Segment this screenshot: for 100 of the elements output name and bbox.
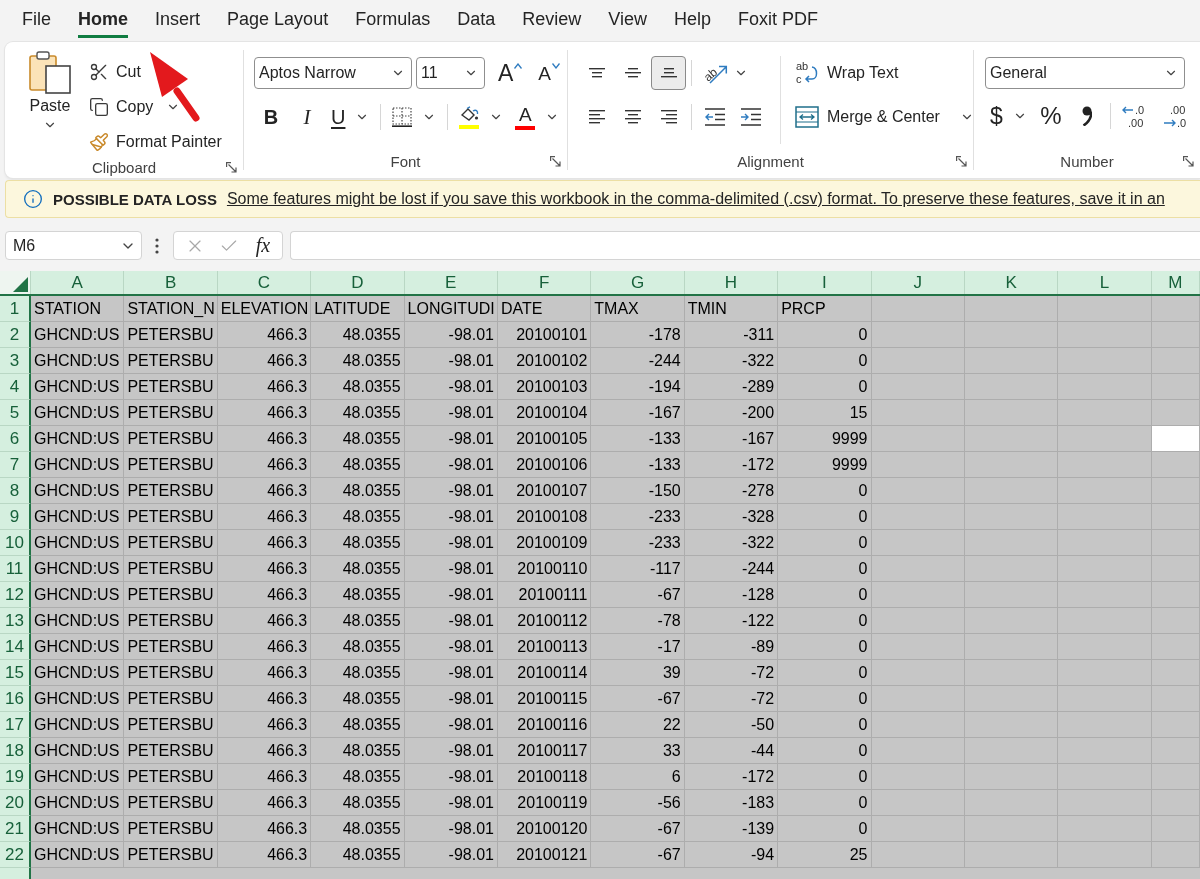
- font-size-dropdown[interactable]: 11: [416, 57, 485, 89]
- message-link[interactable]: Some features might be lost if you save this workbook in the comma-delimited (.csv) format. To preserve these features, save it in an: [226, 190, 1165, 208]
- column-header[interactable]: F: [497, 271, 592, 294]
- menu-tab[interactable]: Insert: [155, 9, 201, 38]
- sheet-cell: 20100115: [497, 686, 592, 712]
- sheet-cell: -94: [684, 842, 779, 868]
- font-color-button[interactable]: A: [510, 102, 565, 132]
- column-header[interactable]: L: [1058, 271, 1152, 294]
- sheet-cell: -322: [684, 530, 779, 556]
- currency-format-button[interactable]: $: [985, 101, 1032, 131]
- column-header[interactable]: D: [311, 271, 405, 294]
- column-header[interactable]: I: [778, 271, 872, 294]
- italic-button[interactable]: I: [290, 102, 324, 132]
- sheet-cell: -167: [684, 426, 779, 452]
- sheet-cell: TMAX: [591, 296, 685, 322]
- column-header[interactable]: J: [871, 271, 965, 294]
- sheet-cell: -98.01: [404, 816, 498, 842]
- sheet-cell: -167: [591, 400, 685, 426]
- menu-tab[interactable]: View: [608, 9, 647, 38]
- info-icon: [23, 189, 43, 209]
- corner-triangle-icon: [13, 277, 28, 292]
- sheet-cell: 0: [778, 348, 872, 374]
- wrap-text-button[interactable]: ab c Wrap Text: [791, 56, 903, 90]
- align-bottom-button[interactable]: [651, 56, 686, 90]
- clipboard-icon: [28, 50, 72, 94]
- formula-input[interactable]: [290, 231, 1200, 260]
- vertical-dots-icon[interactable]: [155, 237, 159, 254]
- font-name-dropdown[interactable]: Aptos Narrow: [254, 57, 412, 89]
- paste-button[interactable]: Paste: [19, 50, 81, 159]
- sheet-cell: -67: [591, 842, 685, 868]
- sheet-cell: 20100119: [497, 790, 592, 816]
- sheet-cell: GHCND:US: [31, 816, 125, 842]
- dialog-launcher-icon[interactable]: [1183, 155, 1194, 167]
- sheet-cell: -98.01: [404, 764, 498, 790]
- sheet-cell: 0: [778, 322, 872, 348]
- column-header[interactable]: H: [684, 271, 779, 294]
- menu-tab[interactable]: Data: [457, 9, 496, 38]
- sheet-cell: -98.01: [404, 738, 498, 764]
- sheet-cell: -117: [591, 556, 685, 582]
- increase-indent-icon: [739, 108, 762, 126]
- dialog-launcher-icon[interactable]: [226, 162, 237, 173]
- merge-center-button[interactable]: Merge & Center: [791, 100, 978, 134]
- column-header[interactable]: A: [31, 271, 125, 294]
- sheet-cell: 0: [778, 816, 872, 842]
- column-header[interactable]: K: [964, 271, 1059, 294]
- grow-font-button[interactable]: A: [493, 58, 528, 88]
- shrink-font-button[interactable]: A: [533, 58, 566, 88]
- align-right-icon: [660, 110, 677, 124]
- sheet-cell: 20100106: [497, 452, 592, 478]
- sheet-cell: 0: [778, 530, 872, 556]
- menu-tab[interactable]: Home: [78, 9, 129, 38]
- menu-tab[interactable]: Page Layout: [227, 9, 329, 38]
- dialog-launcher-icon[interactable]: [956, 155, 967, 167]
- sheet-cell: 466.3: [217, 634, 312, 660]
- bold-button[interactable]: B: [254, 102, 288, 132]
- sheet-cell: 0: [778, 764, 872, 790]
- group-label: Number: [1060, 152, 1114, 170]
- underline-button[interactable]: U: [326, 102, 375, 132]
- menu-tab[interactable]: Foxit PDF: [737, 9, 818, 38]
- sheet-cell: LATITUDE: [311, 296, 405, 322]
- menu-tab[interactable]: File: [22, 9, 51, 38]
- sheet-cell: GHCND:US: [31, 556, 125, 582]
- sheet-cell: DATE: [497, 296, 592, 322]
- sheet-cell: 466.3: [217, 582, 312, 608]
- percent-style-button[interactable]: %: [1033, 101, 1068, 131]
- name-box[interactable]: M6: [5, 231, 142, 260]
- menu-tab[interactable]: Formulas: [355, 9, 431, 38]
- column-header[interactable]: G: [591, 271, 685, 294]
- sheet-cell: 0: [778, 712, 872, 738]
- decrease-indent-icon: [703, 108, 726, 126]
- sheet-cell: -200: [684, 400, 779, 426]
- align-top-icon: [588, 68, 605, 78]
- sheet-cell: 0: [778, 556, 872, 582]
- sheet-cell: 20100109: [497, 530, 592, 556]
- column-header[interactable]: M: [1151, 271, 1200, 294]
- menu-tab[interactable]: Help: [673, 9, 711, 38]
- sheet-cell: GHCND:US: [31, 374, 125, 400]
- sheet-cell: PETERSBU: [124, 712, 218, 738]
- column-header[interactable]: B: [124, 271, 218, 294]
- sheet-cell: 0: [778, 634, 872, 660]
- sheet-cell: -322: [684, 348, 779, 374]
- orientation-button[interactable]: ab: [697, 56, 753, 90]
- active-cell[interactable]: [1151, 426, 1200, 452]
- copy-button[interactable]: Copy: [87, 89, 224, 124]
- column-header[interactable]: C: [217, 271, 312, 294]
- sheet-cell: -67: [591, 686, 685, 712]
- dialog-launcher-icon[interactable]: [550, 155, 561, 167]
- paste-label: Paste: [29, 97, 71, 115]
- sheet-cell: 466.3: [217, 738, 312, 764]
- sheet-cell: 466.3: [217, 452, 312, 478]
- sheet-cell: 48.0355: [311, 374, 405, 400]
- column-header[interactable]: E: [404, 271, 498, 294]
- sheet-cell: -89: [684, 634, 779, 660]
- number-format-dropdown[interactable]: General: [985, 57, 1185, 89]
- sheet-cell: 0: [778, 738, 872, 764]
- sheet-cell: PETERSBU: [124, 400, 218, 426]
- sheet-cell: 0: [778, 608, 872, 634]
- menu-tab[interactable]: Review: [522, 9, 582, 38]
- select-all-button[interactable]: [0, 271, 31, 294]
- format-painter-button[interactable]: Format Painter: [87, 124, 224, 159]
